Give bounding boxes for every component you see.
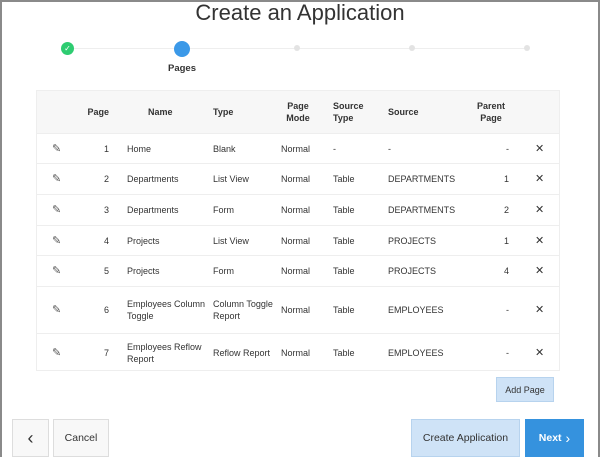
cell-mode: Normal (281, 174, 311, 184)
cell-mode: Normal (281, 266, 311, 276)
cell-source: PROJECTS (388, 266, 437, 276)
cell-type: List View (213, 235, 249, 246)
cell-stype: Table (333, 235, 355, 246)
cell-parent: 1 (503, 235, 509, 246)
cell-stype: Table (333, 305, 355, 315)
col-page: Page (87, 107, 109, 117)
delete-icon[interactable]: ✕ (535, 347, 544, 359)
col-name: Name (148, 107, 173, 117)
col-parent: Parent Page (476, 101, 505, 123)
cell-stype: - (333, 143, 336, 154)
cell-source: PROJECTS (388, 235, 437, 246)
chevron-right-icon: › (565, 430, 571, 446)
cell-mode: Normal (281, 235, 311, 246)
cell-stype: Table (333, 174, 355, 184)
edit-icon[interactable]: ✎ (52, 347, 61, 359)
col-source-type: Source Type (333, 101, 364, 123)
cell-mode: Normal (281, 348, 311, 358)
cell-type: Blank (213, 143, 236, 154)
pages-table: Page Name Type Page Mode Source Type Sou… (36, 90, 560, 371)
delete-icon[interactable]: ✕ (535, 304, 544, 316)
col-mode: Page Mode (286, 101, 310, 123)
table-row: ✎ 4 Projects List View Normal Table PROJECTS 1 ✕ (37, 226, 559, 256)
step-3 (294, 45, 300, 51)
cell-mode: Normal (281, 143, 311, 154)
delete-icon[interactable]: ✕ (535, 235, 544, 247)
table-row: ✎ 2 Departments List View Normal Table DEPARTM… (37, 164, 559, 195)
cell-source: DEPARTMENTS (388, 174, 456, 184)
table-row: ✎ 7 Employees Reflow Report Reflow Report No… (37, 334, 559, 372)
back-button[interactable]: ‹ (12, 419, 49, 457)
cell-type: List View (213, 174, 249, 184)
cell-page: 7 (103, 348, 109, 358)
page-title: Create an Application (195, 0, 405, 25)
edit-icon[interactable]: ✎ (52, 204, 61, 216)
cell-source: EMPLOYEES (388, 305, 444, 315)
edit-icon[interactable]: ✎ (52, 304, 61, 316)
cell-parent: - (506, 305, 509, 315)
col-type: Type (213, 107, 234, 117)
step-1-done-icon: ✓ (61, 42, 74, 55)
cell-parent: 1 (503, 174, 509, 184)
cell-name: Departments (127, 174, 179, 184)
cell-name: Departments (127, 205, 179, 215)
cell-type: Form (213, 205, 234, 215)
cell-parent: 2 (503, 205, 509, 215)
next-label: Next (538, 432, 562, 444)
add-page-button[interactable]: Add Page (496, 377, 554, 402)
cell-page: 6 (103, 305, 109, 315)
cell-page: 4 (103, 235, 109, 246)
next-button[interactable]: Next › (525, 419, 584, 457)
cell-stype: Table (333, 205, 355, 215)
table-row: ✎ 5 Projects Form Normal Table PROJECTS 4 ✕ (37, 256, 559, 287)
edit-icon[interactable]: ✎ (52, 265, 61, 277)
cell-page: 5 (103, 266, 109, 276)
cell-page: 2 (103, 174, 109, 184)
edit-icon[interactable]: ✎ (52, 173, 61, 185)
cell-source: - (388, 143, 391, 154)
create-application-button[interactable]: Create Application (411, 419, 520, 457)
delete-icon[interactable]: ✕ (535, 173, 544, 185)
table-row: ✎ 1 Home Blank Normal - - - ✕ (37, 134, 559, 164)
cell-parent: - (506, 348, 509, 358)
cell-type: Reflow Report (213, 348, 271, 358)
cell-type: Column Toggle Report (213, 299, 273, 321)
cell-name: Home (127, 143, 152, 154)
cell-parent: - (506, 143, 509, 154)
cell-source: EMPLOYEES (388, 348, 444, 358)
step-label: Pages (168, 63, 196, 74)
cell-stype: Table (333, 348, 355, 358)
col-source: Source (388, 107, 419, 117)
table-header: Page Name Type Page Mode Source Type Sou… (37, 91, 559, 134)
cell-name: Projects (127, 266, 160, 276)
delete-icon[interactable]: ✕ (535, 265, 544, 277)
cell-page: 1 (103, 143, 109, 154)
table-row: ✎ 6 Employees Column Toggle Column Toggle R… (37, 287, 559, 334)
cell-name: Projects (127, 235, 160, 246)
cancel-button[interactable]: Cancel (53, 419, 109, 457)
edit-icon[interactable]: ✎ (52, 143, 61, 155)
cell-page: 3 (103, 205, 109, 215)
step-2-current (174, 41, 190, 57)
cell-mode: Normal (281, 305, 311, 315)
cell-mode: Normal (281, 205, 311, 215)
cell-stype: Table (333, 266, 355, 276)
cell-type: Form (213, 266, 234, 276)
cell-name: Employees Reflow Report (127, 342, 202, 364)
cell-parent: 4 (503, 266, 509, 276)
delete-icon[interactable]: ✕ (535, 143, 544, 155)
cell-source: DEPARTMENTS (388, 205, 456, 215)
step-4 (409, 45, 415, 51)
cell-name: Employees Column Toggle (127, 299, 206, 321)
edit-icon[interactable]: ✎ (52, 235, 61, 247)
table-row: ✎ 3 Departments Form Normal Table DEPARTMENTS 2… (37, 195, 559, 226)
step-5 (524, 45, 530, 51)
delete-icon[interactable]: ✕ (535, 204, 544, 216)
